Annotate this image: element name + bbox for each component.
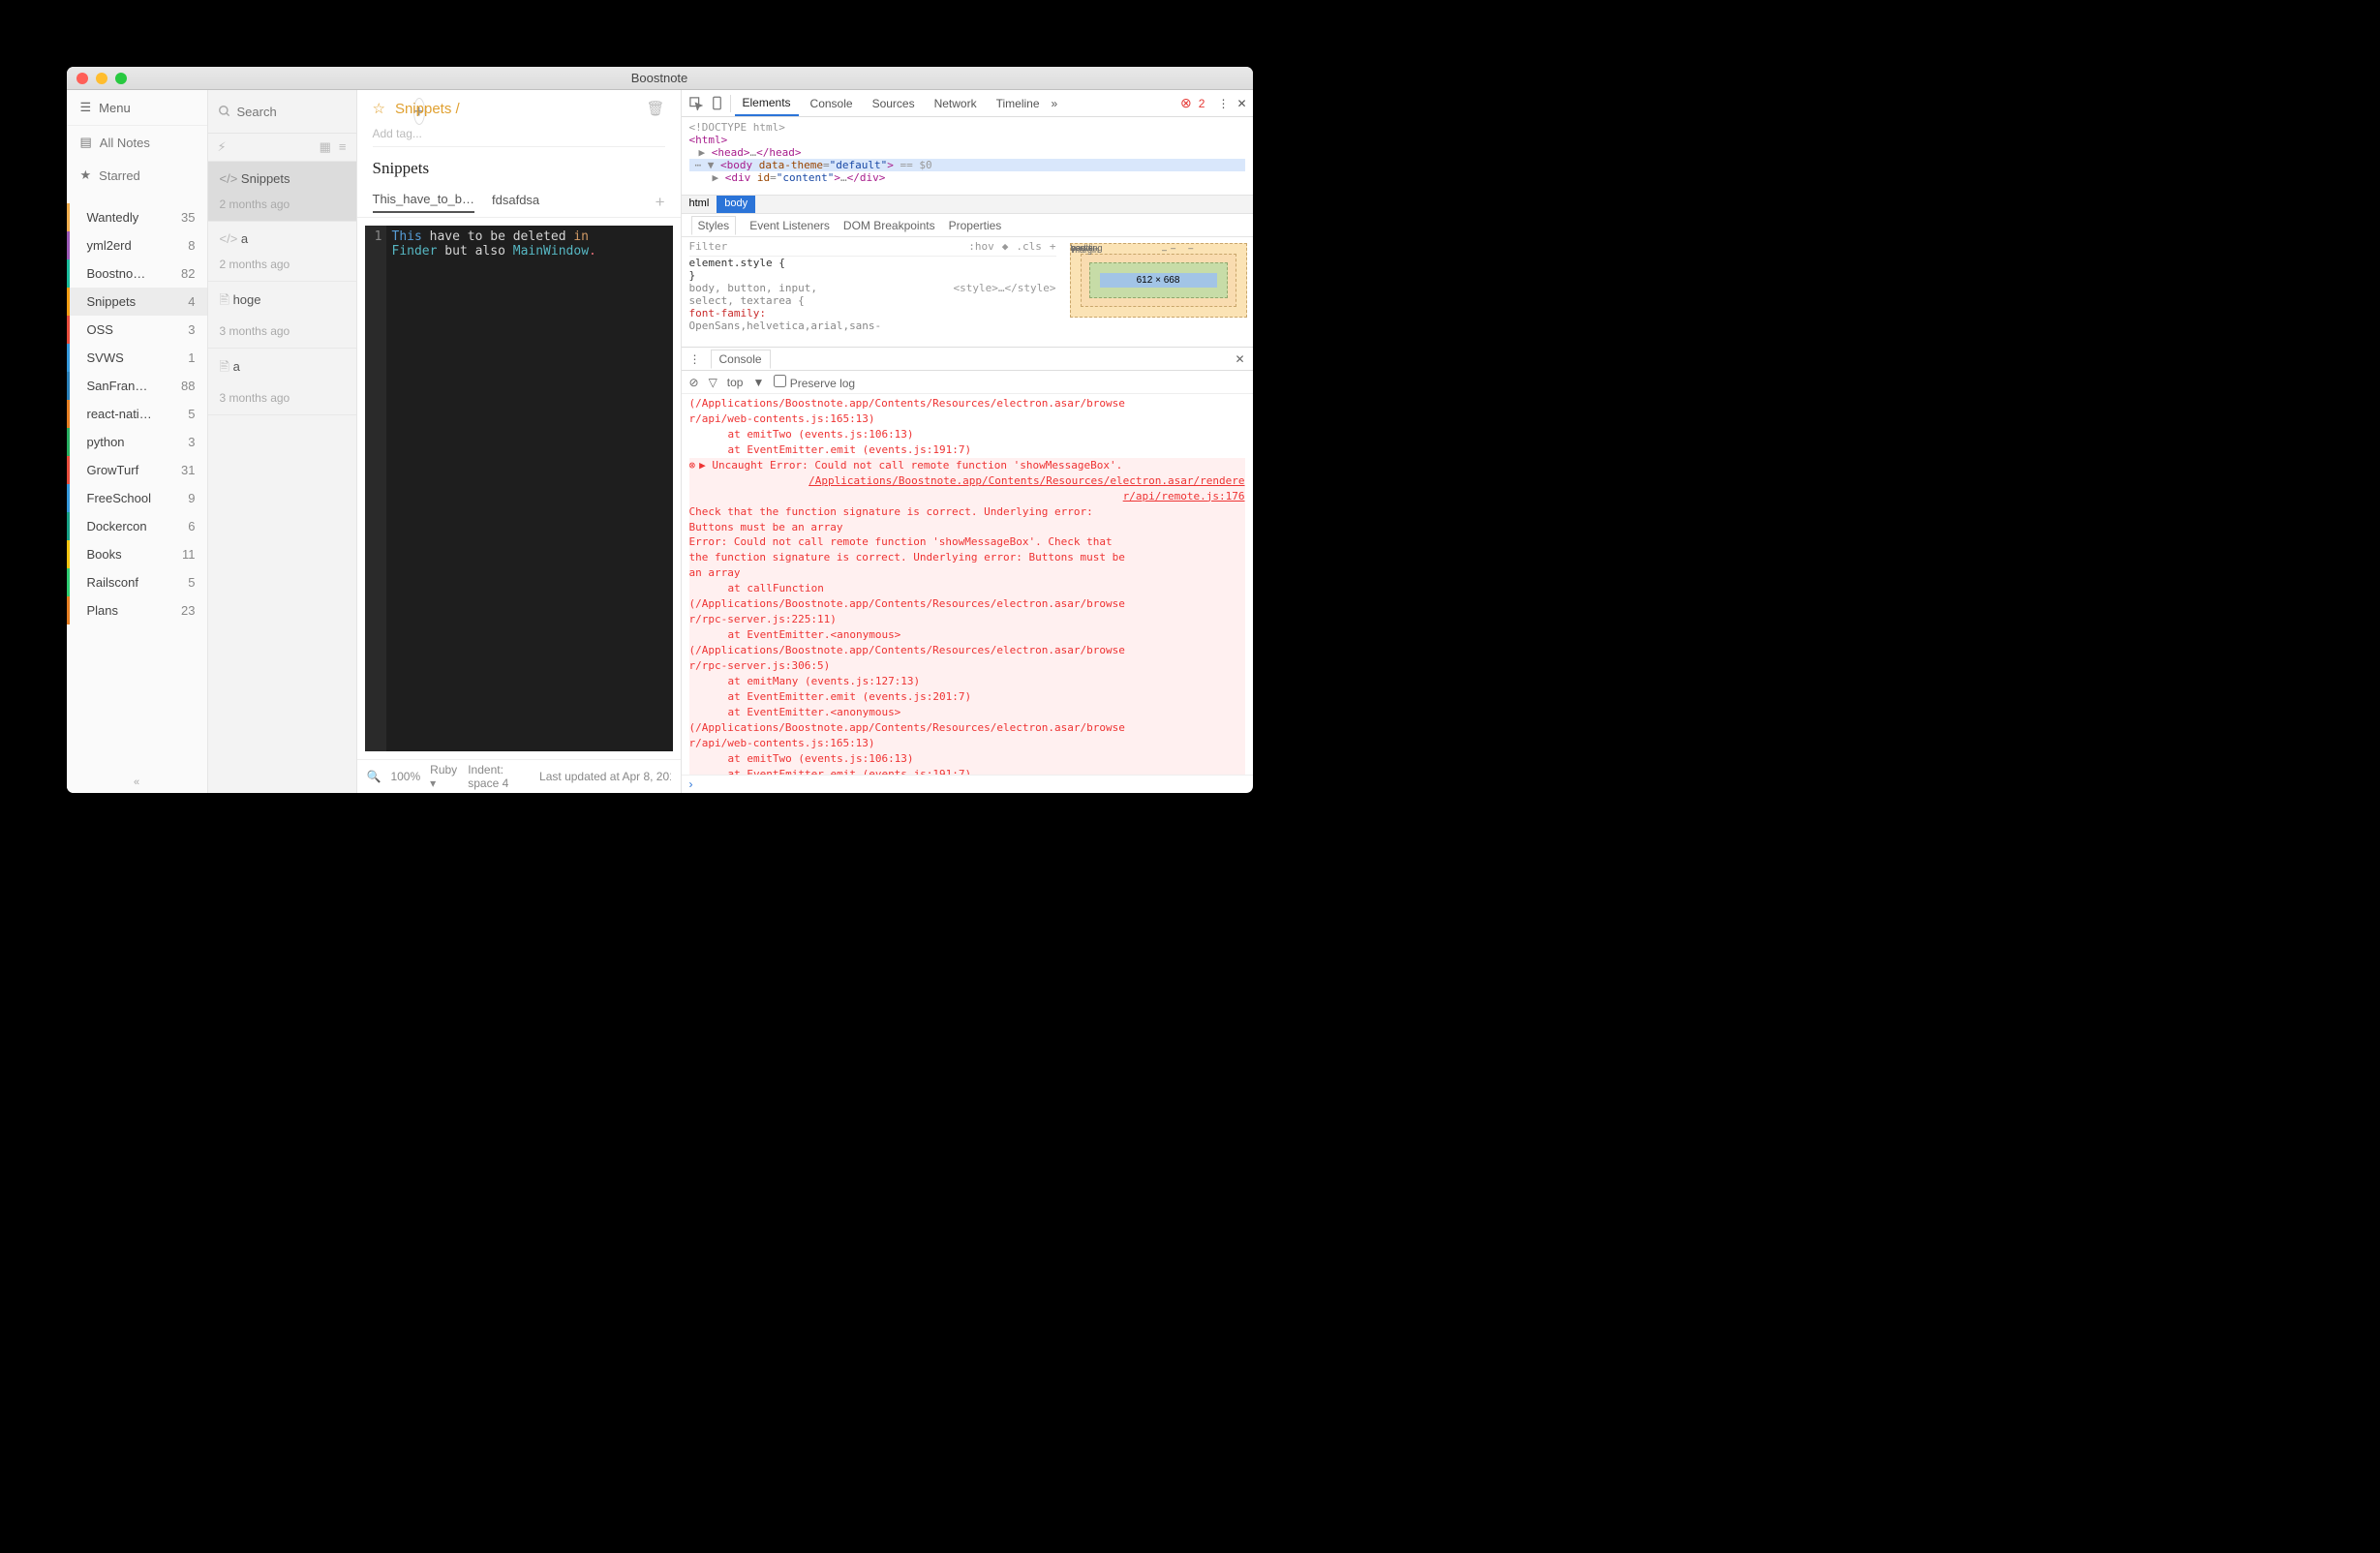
all-notes-label: All Notes — [100, 136, 150, 150]
note-item[interactable]: </> Snippets 2 months ago — [208, 162, 356, 222]
note-item[interactable]: 🖹 hoge 3 months ago — [208, 282, 356, 349]
error-icon: ⊗ — [689, 458, 696, 473]
code-icon: </> — [220, 171, 238, 186]
sidebar-starred[interactable]: ★ Starred — [67, 159, 207, 192]
code-editor[interactable]: 1 This have to be deleted in Finder but … — [365, 226, 673, 751]
tab-elements[interactable]: Elements — [735, 91, 799, 116]
sidebar: ☰ Menu ▤ All Notes ★ Starred Wantedly35 … — [67, 90, 207, 793]
updated-label: Last updated at Apr 8, 2017 7:24 — [539, 770, 670, 783]
add-rule-icon[interactable]: + — [1050, 240, 1056, 253]
menu-button[interactable]: ☰ Menu — [67, 90, 207, 126]
folder-item[interactable]: Boostno…82 — [67, 259, 207, 288]
tab-network[interactable]: Network — [927, 92, 985, 115]
tab-console[interactable]: Console — [803, 92, 861, 115]
close-icon[interactable]: ✕ — [1236, 97, 1246, 110]
styles-filter[interactable]: Filter — [689, 240, 728, 253]
search-icon — [218, 105, 231, 118]
titlebar[interactable]: Boostnote — [67, 67, 1253, 90]
tab-timeline[interactable]: Timeline — [989, 92, 1048, 115]
folder-item[interactable]: Snippets4 — [67, 288, 207, 316]
add-tag-input[interactable]: Add tag... — [373, 117, 665, 147]
preserve-log-checkbox[interactable]: Preserve log — [774, 375, 855, 390]
document-icon: 🖹 — [220, 359, 229, 374]
document-icon: 🖹 — [220, 292, 229, 307]
inspect-icon[interactable] — [687, 95, 705, 112]
grid-view-icon[interactable]: ▦ — [320, 139, 331, 155]
sidebar-all-notes[interactable]: ▤ All Notes — [67, 126, 207, 159]
folder-item[interactable]: GrowTurf31 — [67, 456, 207, 484]
indent-label[interactable]: Indent: space 4 — [468, 763, 530, 790]
menu-label: Menu — [99, 101, 131, 115]
pin-icon[interactable]: ◆ — [1002, 240, 1009, 253]
sort-icon[interactable]: ⚡︎ — [218, 139, 227, 155]
app-window: Boostnote ☰ Menu ▤ All Notes ★ Starred W… — [67, 67, 1253, 793]
cls-toggle[interactable]: .cls — [1016, 240, 1042, 253]
star-icon[interactable]: ☆ — [373, 100, 385, 117]
filter-icon[interactable]: ▽ — [709, 376, 717, 389]
folder-list: Wantedly35 yml2erd8 Boostno…82 Snippets4… — [67, 203, 207, 772]
kebab-icon[interactable]: ⋮ — [689, 352, 701, 366]
tab-sources[interactable]: Sources — [865, 92, 923, 115]
tab-dom-breakpoints[interactable]: DOM Breakpoints — [843, 219, 935, 232]
styles-panel[interactable]: Filter :hov ◆ .cls + element.style { } b… — [682, 237, 1064, 347]
notes-list: + ⚡︎ ▦ ≡ </> Snippets 2 months ago </> a… — [207, 90, 357, 793]
folder-item[interactable]: python3 — [67, 428, 207, 456]
window-title: Boostnote — [67, 71, 1253, 85]
dom-breadcrumbs[interactable]: html body — [682, 195, 1253, 214]
line-number: 1 — [365, 226, 386, 751]
tab-more[interactable]: » — [1052, 97, 1058, 110]
tab-event-listeners[interactable]: Event Listeners — [749, 219, 830, 232]
editor: ☆ Snippets / 🗑 Add tag... Snippets This_… — [357, 90, 682, 793]
folder-item[interactable]: SanFran…88 — [67, 372, 207, 400]
star-icon: ★ — [80, 167, 92, 183]
folder-item[interactable]: Railsconf5 — [67, 568, 207, 596]
context-selector[interactable]: top ▼ — [727, 376, 765, 389]
snippet-tab[interactable]: This_have_to_b… — [373, 192, 475, 213]
zoom-icon[interactable]: 🔍 — [367, 770, 381, 783]
note-item[interactable]: 🖹 a 3 months ago — [208, 349, 356, 415]
tab-properties[interactable]: Properties — [949, 219, 1002, 232]
starred-label: Starred — [99, 168, 140, 183]
language-selector[interactable]: Ruby ▾ — [430, 763, 458, 790]
file-icon: ▤ — [80, 135, 92, 150]
status-bar: 🔍 100% Ruby ▾ Indent: space 4 Last updat… — [357, 759, 681, 793]
folder-item[interactable]: SVWS1 — [67, 344, 207, 372]
clear-icon[interactable]: ⊘ — [689, 376, 699, 389]
kebab-icon[interactable]: ⋮ — [1217, 97, 1229, 110]
add-tab-button[interactable]: + — [656, 193, 665, 212]
list-view-icon[interactable]: ≡ — [339, 139, 347, 155]
hov-toggle[interactable]: :hov — [968, 240, 994, 253]
note-item[interactable]: </> a 2 months ago — [208, 222, 356, 282]
box-model[interactable]: margin – border – padding – 612 × 668 — [1064, 237, 1253, 347]
folder-item[interactable]: Books11 — [67, 540, 207, 568]
breadcrumb[interactable]: Snippets / — [395, 101, 460, 117]
code-content[interactable]: This have to be deleted in Finder but al… — [386, 226, 602, 751]
folder-item[interactable]: react-nati…5 — [67, 400, 207, 428]
collapse-sidebar-button[interactable]: « — [67, 772, 207, 793]
elements-panel[interactable]: <!DOCTYPE html> <html> ▶ <head>…</head> … — [682, 117, 1253, 195]
folder-item[interactable]: yml2erd8 — [67, 231, 207, 259]
menu-icon: ☰ — [80, 100, 92, 115]
error-icon[interactable]: ⊗2 — [1180, 95, 1209, 111]
devtools: Elements Console Sources Network Timelin… — [682, 90, 1253, 793]
console-prompt[interactable]: › — [682, 775, 1253, 793]
device-icon[interactable] — [709, 95, 726, 112]
folder-item[interactable]: Plans23 — [67, 596, 207, 624]
close-icon[interactable]: ✕ — [1235, 352, 1244, 366]
code-icon: </> — [220, 231, 238, 246]
console-tab[interactable]: Console — [711, 350, 771, 369]
tab-styles[interactable]: Styles — [691, 216, 737, 235]
document-title[interactable]: Snippets — [373, 147, 665, 192]
snippet-tab[interactable]: fdsafdsa — [492, 193, 539, 212]
console-output[interactable]: (/Applications/Boostnote.app/Contents/Re… — [682, 394, 1253, 775]
folder-item[interactable]: OSS3 — [67, 316, 207, 344]
folder-item[interactable]: Wantedly35 — [67, 203, 207, 231]
zoom-level[interactable]: 100% — [390, 770, 420, 783]
trash-icon[interactable]: 🗑 — [646, 100, 664, 117]
folder-item[interactable]: FreeSchool9 — [67, 484, 207, 512]
folder-item[interactable]: Dockercon6 — [67, 512, 207, 540]
